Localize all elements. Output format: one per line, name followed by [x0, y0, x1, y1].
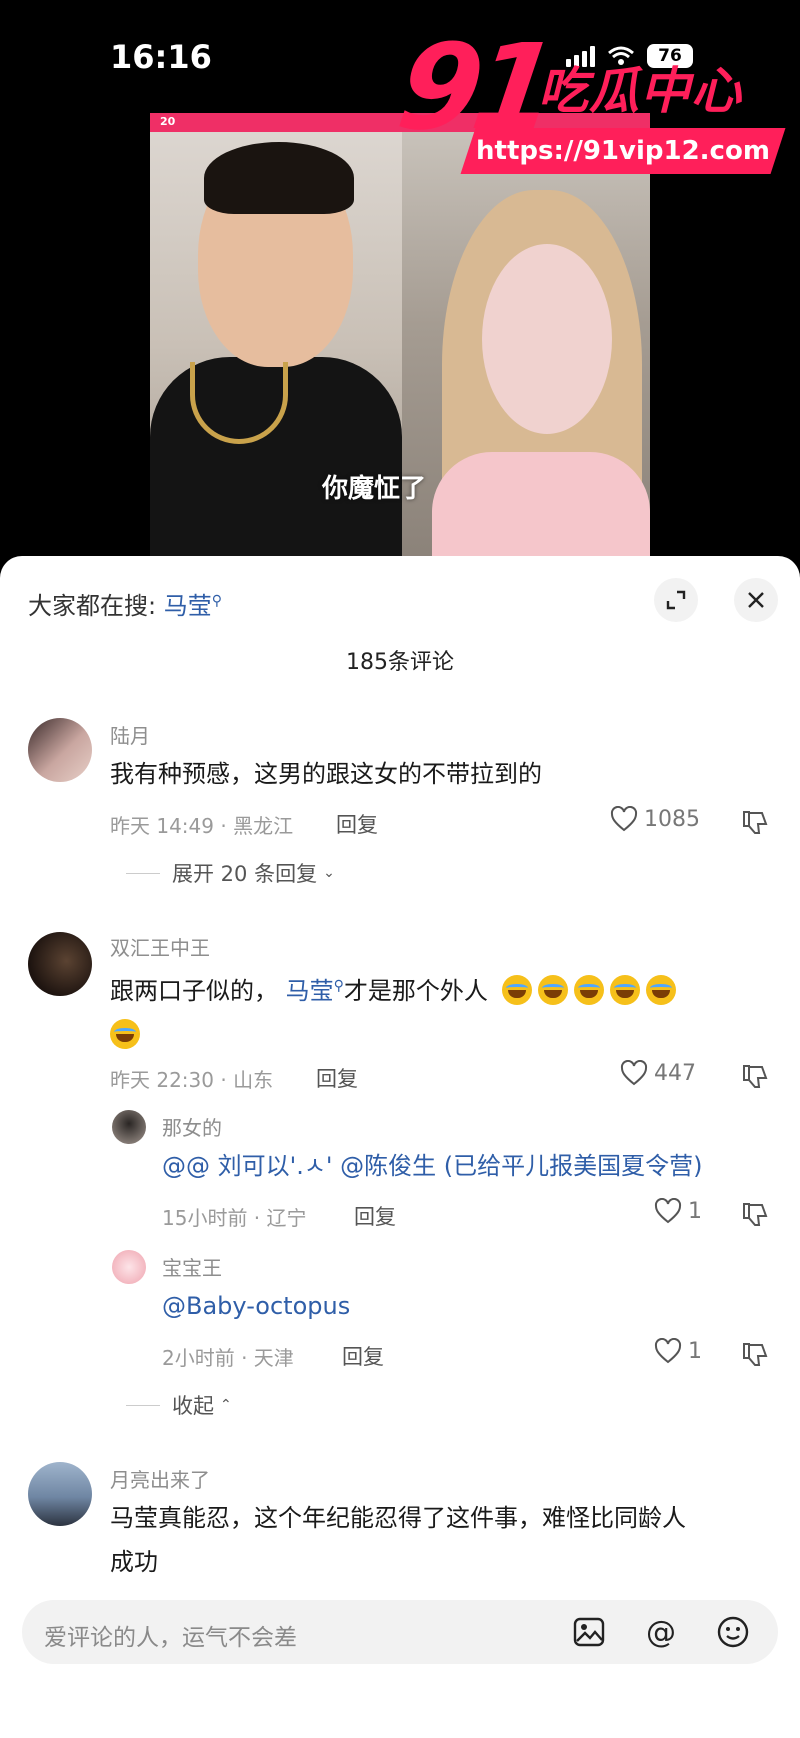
comment-username[interactable]: 双汇王中王 — [110, 932, 210, 961]
avatar[interactable] — [28, 932, 92, 996]
like-count: 447 — [654, 1060, 696, 1086]
avatar[interactable] — [28, 718, 92, 782]
chevron-up-icon: ⌃ — [220, 1397, 232, 1413]
like-count: 1 — [688, 1338, 702, 1364]
comments-panel: 大家都在搜: 马莹⚲ 185条评论 陆月 我有种预感，这男的跟这女的不带拉到的 … — [0, 556, 800, 1738]
trending-search-keyword[interactable]: 马莹 — [164, 592, 212, 620]
comment-input-bar[interactable]: 爱评论的人，运气不会差 @ — [22, 1600, 778, 1664]
laughing-crying-emoji-icon — [609, 975, 640, 1005]
video-right-person — [402, 132, 650, 560]
laughing-crying-emoji-icon — [573, 975, 604, 1005]
dislike-icon[interactable] — [740, 1340, 770, 1370]
reply-text[interactable]: @@ 刘可以'.ㅅ' @陈俊生 (已给平儿报美国夏令营) — [162, 1144, 703, 1188]
reply-username[interactable]: 那女的 — [162, 1112, 222, 1141]
comment-count: 185条评论 — [346, 650, 454, 675]
at-mention-icon[interactable]: @ — [644, 1615, 678, 1650]
laughing-crying-emoji-icon — [537, 975, 568, 1005]
reply-button[interactable]: 回复 — [342, 1341, 384, 1371]
emoji-picker-icon[interactable] — [716, 1615, 750, 1649]
comment-username[interactable]: 月亮出来了 — [110, 1464, 210, 1493]
image-icon[interactable] — [572, 1615, 606, 1649]
watermark-title: 吃瓜中心 — [538, 62, 742, 120]
like-button[interactable]: 1085 — [610, 806, 700, 832]
like-count: 1085 — [644, 806, 700, 832]
comment-meta: 昨天 22:30 · 山东 — [110, 1068, 274, 1092]
dislike-icon[interactable] — [740, 808, 770, 838]
video-caption: 你魔怔了 — [322, 474, 427, 504]
video-area[interactable]: 16:16 76 20 你魔怔了 91 吃瓜中心 https://91vip12… — [0, 0, 800, 560]
collapse-replies-button[interactable]: 收起 ⌃ — [126, 1390, 232, 1420]
reply-username[interactable]: 宝宝王 — [162, 1252, 222, 1281]
comment-text: 我有种预感，这男的跟这女的不带拉到的 — [110, 760, 542, 788]
expand-replies-button[interactable]: 展开 20 条回复 ⌄ — [126, 858, 335, 888]
dislike-icon[interactable] — [740, 1200, 770, 1230]
avatar[interactable] — [28, 1462, 92, 1526]
search-small-icon: ⚲ — [211, 593, 222, 609]
comment-username[interactable]: 陆月 — [110, 720, 150, 749]
laughing-crying-emoji-icon — [645, 975, 676, 1005]
status-time: 16:16 — [110, 38, 212, 76]
close-panel-button[interactable] — [734, 578, 778, 622]
reply-text[interactable]: @Baby-octopus — [162, 1284, 350, 1328]
like-button[interactable]: 1 — [654, 1198, 702, 1224]
reply-button[interactable]: 回复 — [316, 1063, 358, 1093]
frame-badge: 20 — [160, 115, 176, 128]
heart-icon — [654, 1338, 682, 1364]
like-count: 1 — [688, 1198, 702, 1224]
comment-meta: 昨天 14:49 · 黑龙江 — [110, 814, 294, 838]
heart-icon — [654, 1198, 682, 1224]
watermark-logo: 91 吃瓜中心 https://91vip12.com — [390, 18, 786, 178]
like-button[interactable]: 447 — [620, 1060, 696, 1086]
like-button[interactable]: 1 — [654, 1338, 702, 1364]
reply-meta: 15小时前 · 辽宁 — [162, 1206, 307, 1230]
comment-text: 马莹真能忍，这个年纪能忍得了这件事，难怪比同龄人 成功 — [110, 1504, 686, 1576]
reply-button[interactable]: 回复 — [354, 1201, 396, 1231]
avatar[interactable] — [112, 1250, 146, 1284]
dislike-icon[interactable] — [740, 1062, 770, 1092]
heart-icon — [620, 1060, 648, 1086]
laughing-crying-emoji-icon — [110, 1019, 140, 1049]
reply-meta: 2小时前 · 天津 — [162, 1346, 294, 1370]
heart-icon — [610, 806, 638, 832]
chevron-down-icon: ⌄ — [323, 865, 335, 881]
avatar[interactable] — [112, 1110, 146, 1144]
comment-input[interactable]: 爱评论的人，运气不会差 — [44, 1618, 297, 1652]
close-icon — [748, 592, 764, 608]
expand-panel-button[interactable] — [654, 578, 698, 622]
comment-text: 跟两口子似的， 马莹⚲才是那个外人 — [110, 964, 760, 1057]
trending-search-prefix: 大家都在搜: — [28, 592, 157, 620]
laughing-crying-emoji-icon — [501, 975, 532, 1005]
trending-search[interactable]: 大家都在搜: 马莹⚲ — [28, 586, 222, 621]
keyword-link[interactable]: 马莹 — [286, 977, 334, 1005]
expand-icon — [666, 590, 686, 610]
watermark-url: https://91vip12.com — [460, 128, 786, 174]
reply-button[interactable]: 回复 — [336, 809, 378, 839]
